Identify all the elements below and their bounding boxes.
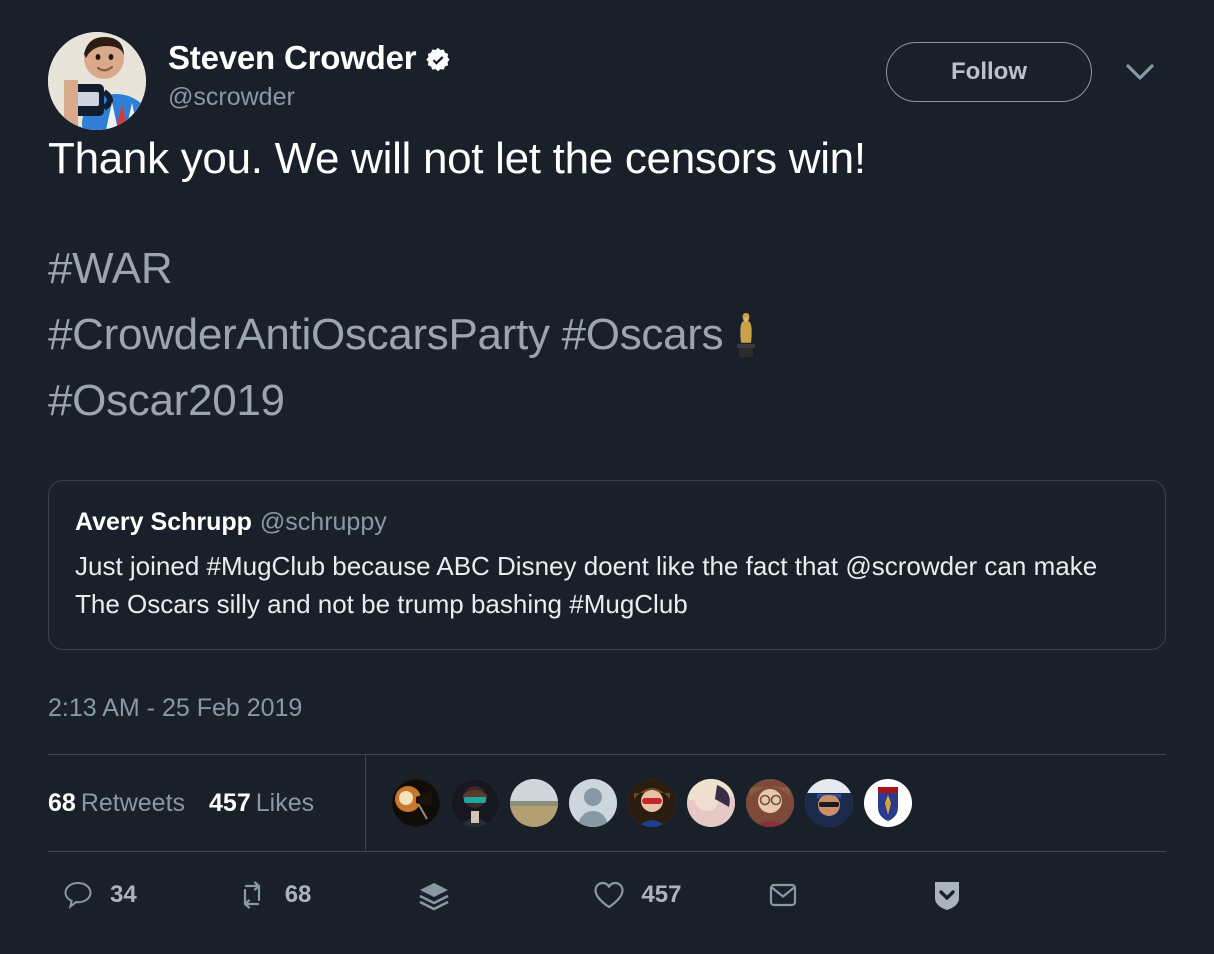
liker-avatar-default-placeholder[interactable] bbox=[569, 779, 617, 827]
quoted-tweet-card[interactable]: Avery Schrupp @schruppy Just joined #MugC… bbox=[48, 480, 1166, 650]
hashtag-line-oscars: #CrowderAntiOscarsParty #Oscars bbox=[48, 302, 1166, 368]
tweet-detail-view: Steven Crowder @scrowder Follow Thank yo… bbox=[0, 0, 1214, 954]
reply-button[interactable]: 34 bbox=[62, 879, 137, 911]
analytics-button[interactable] bbox=[417, 879, 451, 911]
likes-label: Likes bbox=[255, 788, 315, 817]
author-handle[interactable]: @scrowder bbox=[168, 81, 886, 113]
likes-count: 457 bbox=[209, 788, 251, 817]
layers-icon bbox=[417, 879, 451, 911]
liker-avatar-blonde-person[interactable] bbox=[687, 779, 735, 827]
verified-badge-icon bbox=[425, 47, 451, 73]
retweets-count: 68 bbox=[48, 788, 76, 817]
envelope-icon bbox=[767, 880, 799, 910]
liker-avatar-trumpet-player[interactable] bbox=[392, 779, 440, 827]
liker-avatar-cap-person[interactable] bbox=[805, 779, 853, 827]
retweet-icon bbox=[235, 879, 269, 911]
heart-icon bbox=[593, 880, 625, 910]
follow-button[interactable]: Follow bbox=[886, 42, 1092, 102]
tweet-action-bar: 34 68 457 bbox=[48, 852, 1166, 938]
hashtag-line-war[interactable]: #WAR bbox=[48, 236, 1166, 302]
tweet-header: Steven Crowder @scrowder Follow bbox=[48, 0, 1166, 130]
quoted-author-handle[interactable]: @schruppy bbox=[260, 508, 387, 536]
quoted-tweet-body: Just joined #MugClub because ABC Disney … bbox=[75, 551, 1098, 619]
tweet-text: Thank you. We will not let the censors w… bbox=[48, 134, 866, 183]
liker-avatar-glasses-woman[interactable] bbox=[746, 779, 794, 827]
quoted-author-name: Avery Schrupp bbox=[75, 508, 252, 536]
retweet-count: 68 bbox=[284, 881, 312, 908]
hashtag-crowder-anti-oscars-party[interactable]: #CrowderAntiOscarsParty #Oscars bbox=[48, 310, 724, 359]
direct-message-button[interactable] bbox=[767, 880, 799, 910]
shield-chevron-down-icon bbox=[929, 877, 965, 913]
liker-avatar-berlin-emblem[interactable] bbox=[864, 779, 912, 827]
liker-avatar-sunglasses-person[interactable] bbox=[451, 779, 499, 827]
stats-counts: 68 Retweets 457 Likes bbox=[48, 755, 366, 851]
tweet-stats-row: 68 Retweets 457 Likes bbox=[48, 754, 1166, 852]
tweet-timestamp[interactable]: 2:13 AM - 25 Feb 2019 bbox=[48, 650, 1166, 724]
more-options-button[interactable] bbox=[929, 877, 965, 913]
reply-count: 34 bbox=[110, 881, 137, 908]
tweet-hashtags: #WAR #CrowderAntiOscarsParty #Oscars #Os… bbox=[48, 188, 1166, 434]
retweet-button[interactable]: 68 bbox=[235, 879, 312, 911]
avatar[interactable] bbox=[48, 32, 146, 130]
retweets-label: Retweets bbox=[80, 788, 186, 817]
hashtag-line-oscar2019[interactable]: #Oscar2019 bbox=[48, 368, 1166, 434]
display-name: Steven Crowder bbox=[168, 39, 417, 76]
quoted-tweet-header: Avery Schrupp @schruppy bbox=[75, 505, 1139, 539]
retweets-stat[interactable]: 68 Retweets bbox=[48, 789, 185, 818]
liker-avatar-red-glasses[interactable] bbox=[628, 779, 676, 827]
like-count: 457 bbox=[641, 881, 682, 908]
comment-icon bbox=[62, 879, 94, 911]
author-name-row: Steven Crowder bbox=[168, 38, 886, 78]
author-identity: Steven Crowder @scrowder bbox=[168, 32, 886, 113]
oscar-statuette-emoji bbox=[731, 311, 761, 357]
likes-stat[interactable]: 457 Likes bbox=[209, 789, 314, 818]
chevron-down-icon[interactable] bbox=[1114, 53, 1166, 91]
liker-avatars-list bbox=[366, 779, 912, 827]
liker-avatar-landscape[interactable] bbox=[510, 779, 558, 827]
header-actions: Follow bbox=[886, 32, 1166, 102]
like-button[interactable]: 457 bbox=[593, 880, 681, 910]
